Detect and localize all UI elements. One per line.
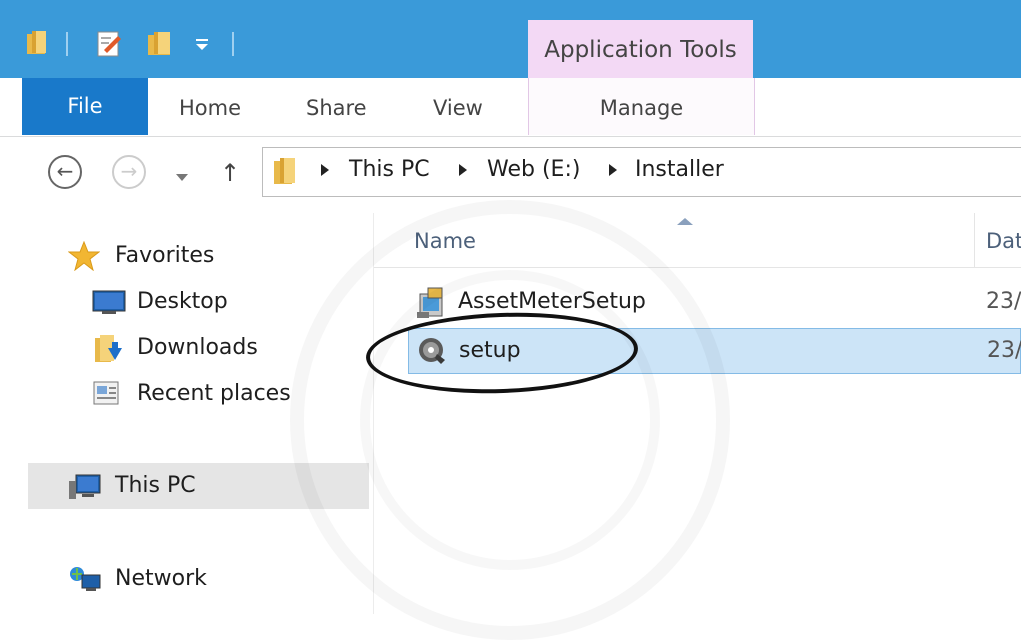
downloads-icon (94, 334, 124, 368)
file-name: AssetMeterSetup (458, 289, 646, 314)
nav-favorites[interactable]: Favorites (115, 243, 214, 268)
qat-separator (232, 32, 234, 56)
file-row-assetmetersetup[interactable]: AssetMeterSetup 23/ (408, 280, 1021, 326)
tab-share[interactable]: Share (306, 78, 367, 135)
desktop-icon (92, 289, 126, 319)
breadcrumb-chevron-icon[interactable] (321, 164, 329, 176)
application-tools-context-label: Application Tools (528, 20, 753, 78)
back-arrow-icon: ← (56, 159, 74, 183)
breadcrumb-this-pc[interactable]: This PC (349, 157, 430, 182)
file-list: Name Dat AssetMeterSetup 23/ setup 23/ (374, 213, 1021, 614)
column-header-date[interactable]: Dat (986, 229, 1021, 253)
column-header-name[interactable]: Name (414, 229, 476, 253)
back-button[interactable]: ← (48, 155, 82, 189)
tab-file[interactable]: File (22, 78, 148, 135)
qat-separator (66, 32, 68, 56)
navigation-bar: ← → ↑ This PC Web (E:) Installer (0, 137, 1021, 213)
file-name: setup (459, 338, 521, 363)
forward-arrow-icon: → (120, 159, 138, 183)
breadcrumb-installer[interactable]: Installer (635, 157, 724, 182)
tab-view[interactable]: View (433, 78, 483, 135)
setup-disc-icon (417, 336, 447, 370)
title-bar: Application Tools (0, 0, 1021, 78)
address-bar[interactable]: This PC Web (E:) Installer (262, 147, 1021, 197)
nav-downloads[interactable]: Downloads (137, 335, 258, 360)
star-icon (67, 240, 101, 275)
tab-manage[interactable]: Manage (528, 78, 755, 135)
sort-ascending-icon (677, 218, 693, 225)
properties-icon[interactable] (96, 30, 124, 62)
nav-this-pc[interactable]: This PC (115, 473, 196, 498)
breadcrumb-chevron-icon[interactable] (459, 164, 467, 176)
forward-button[interactable]: → (112, 155, 146, 189)
file-date: 23/ (987, 338, 1021, 363)
column-header-row: Name Dat (374, 213, 1021, 268)
up-arrow-icon[interactable]: ↑ (220, 159, 240, 187)
network-icon (68, 565, 102, 597)
column-divider[interactable] (974, 213, 975, 267)
nav-desktop[interactable]: Desktop (137, 289, 228, 314)
breadcrumb-web-e[interactable]: Web (E:) (487, 157, 580, 182)
recent-places-icon (92, 380, 122, 412)
nav-network[interactable]: Network (115, 566, 207, 591)
navigation-pane: Favorites Desktop Downloads Recent place… (0, 213, 374, 614)
file-date: 23/ (986, 289, 1021, 314)
customize-toolbar-chevron-icon[interactable] (194, 36, 210, 56)
breadcrumb-chevron-icon[interactable] (609, 164, 617, 176)
tab-home[interactable]: Home (179, 78, 241, 135)
new-folder-icon[interactable] (146, 30, 174, 62)
ribbon-tabs: File Home Share View Manage (0, 78, 1021, 137)
folder-icon[interactable] (26, 30, 52, 60)
file-row-setup[interactable]: setup 23/ (408, 328, 1021, 374)
recent-locations-chevron-icon[interactable] (175, 168, 189, 187)
computer-icon (68, 473, 102, 505)
installer-package-icon (416, 286, 448, 324)
nav-recent-places[interactable]: Recent places (137, 381, 291, 406)
folder-icon (273, 156, 299, 190)
